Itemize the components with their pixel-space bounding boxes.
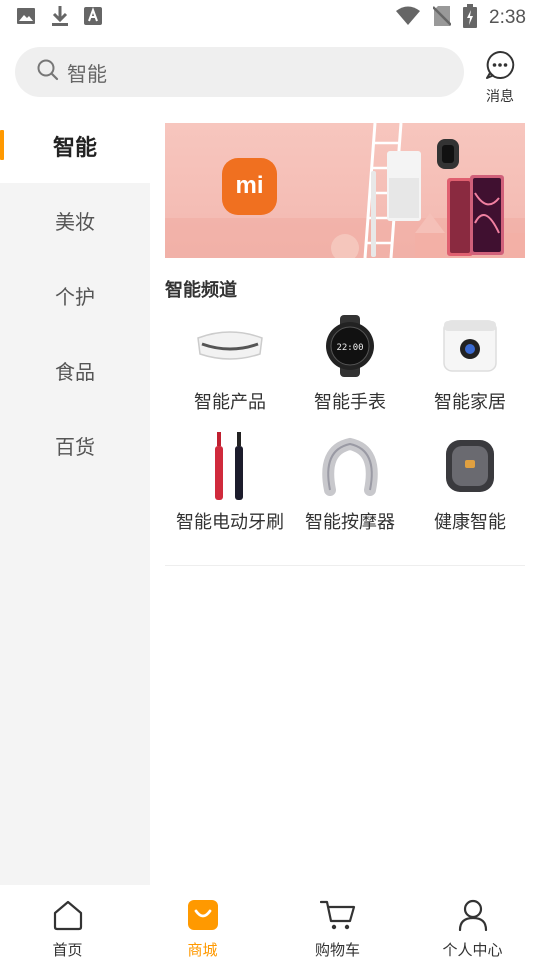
product-label: 智能按摩器	[305, 512, 395, 533]
electric-toothbrush-icon	[190, 432, 270, 500]
message-button[interactable]: 消息	[478, 50, 522, 105]
sidebar-item-general-goods[interactable]: 百货	[0, 408, 150, 483]
product-tile-smart-home[interactable]: 智能家居	[410, 312, 530, 414]
search-icon	[37, 59, 59, 85]
product-label: 智能电动牙刷	[176, 512, 284, 533]
product-tile-smartwatch[interactable]: 22:00 智能手表	[290, 312, 410, 414]
search-input[interactable]: 智能	[15, 47, 464, 97]
category-sidebar: 智能 美妆 个护 食品 百货	[0, 108, 150, 885]
foot-massager-icon	[430, 432, 510, 500]
wifi-icon	[395, 6, 421, 30]
font-icon	[84, 7, 102, 29]
message-label: 消息	[486, 89, 514, 105]
nav-item-profile[interactable]: 个人中心	[405, 885, 540, 960]
sidebar-item-label: 百货	[55, 435, 95, 459]
sidebar-item-label: 个护	[55, 285, 95, 309]
product-label: 智能手表	[314, 392, 386, 413]
status-time: 2:38	[489, 7, 526, 28]
chat-bubble-icon	[485, 50, 515, 84]
nav-item-home[interactable]: 首页	[0, 885, 135, 960]
battery-icon	[463, 4, 478, 32]
product-grid: 智能产品 22:00 智能手表 智能家居 智能电动牙刷 智能按摩器 健康智能	[170, 312, 525, 534]
home-icon	[52, 899, 84, 935]
sidebar-item-label: 智能	[52, 135, 97, 161]
sidebar-item-label: 美妆	[55, 210, 95, 234]
status-left	[16, 5, 102, 31]
sidebar-item-label: 食品	[55, 360, 95, 384]
nav-item-shop[interactable]: 商城	[135, 885, 270, 960]
svg-text:22:00: 22:00	[336, 343, 363, 353]
bottom-navigation: 首页 商城 购物车 个人中心	[0, 885, 540, 960]
sidebar-item-food[interactable]: 食品	[0, 333, 150, 408]
user-icon	[457, 899, 489, 935]
nav-label: 购物车	[314, 941, 360, 959]
sidebar-item-beauty[interactable]: 美妆	[0, 183, 150, 258]
product-tile-massager[interactable]: 智能按摩器	[290, 432, 410, 534]
banner-illustration: mi	[165, 123, 525, 258]
mi-logo-text: mi	[235, 172, 263, 199]
product-tile-smart-products[interactable]: 智能产品	[170, 312, 290, 414]
smartwatch-icon: 22:00	[310, 312, 390, 380]
download-icon	[50, 5, 70, 31]
smart-cooker-icon	[430, 312, 510, 380]
promo-banner[interactable]: mi	[165, 123, 525, 258]
section-title: 智能频道	[165, 280, 237, 301]
nav-item-cart[interactable]: 购物车	[270, 885, 405, 960]
eye-massager-icon	[190, 312, 270, 380]
status-right: 2:38	[395, 4, 526, 32]
nav-label: 个人中心	[442, 941, 503, 959]
shop-icon	[187, 899, 219, 935]
nav-label: 首页	[52, 941, 83, 959]
product-label: 智能产品	[194, 392, 266, 413]
product-label: 智能家居	[434, 392, 506, 413]
no-sim-icon	[432, 5, 452, 31]
section-divider	[165, 565, 525, 566]
nav-label: 商城	[187, 941, 218, 959]
neck-massager-icon	[310, 432, 390, 500]
status-bar: 2:38	[0, 0, 540, 36]
sidebar-item-personal-care[interactable]: 个护	[0, 258, 150, 333]
sidebar-item-smart[interactable]: 智能	[0, 108, 150, 183]
product-tile-health[interactable]: 健康智能	[410, 432, 530, 534]
product-label: 健康智能	[434, 512, 506, 533]
search-text: 智能	[67, 61, 107, 86]
cart-icon	[319, 899, 356, 935]
image-icon	[16, 6, 36, 30]
product-tile-electric-toothbrush[interactable]: 智能电动牙刷	[170, 432, 290, 534]
